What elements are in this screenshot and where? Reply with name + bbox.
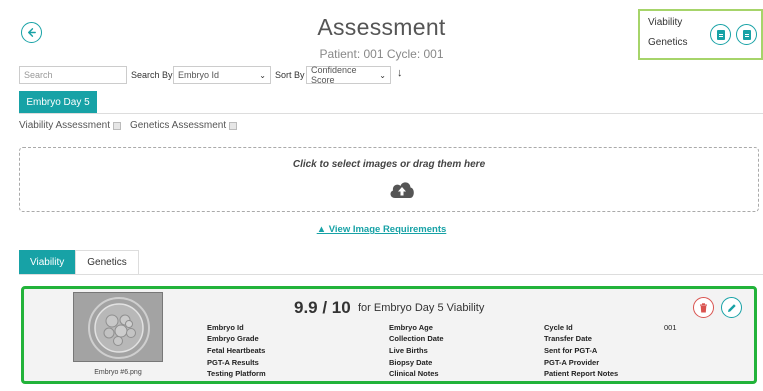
search-by-value: Embryo Id [178, 70, 220, 80]
search-by-select[interactable]: Embryo Id ⌄ [173, 66, 271, 84]
viability-assessment-label: Viability Assessment [19, 120, 110, 131]
tab-bar: Viability Genetics [19, 250, 139, 274]
sort-by-value: Confidence Score [311, 65, 357, 85]
sort-by-select[interactable]: Confidence Score ⌄ [306, 65, 391, 85]
field-patient-report-notes: Patient Report Notes [544, 369, 619, 378]
pencil-icon [727, 303, 736, 312]
chevron-down-icon: ⌄ [379, 70, 386, 80]
field-testing-platform: Testing Platform [207, 369, 266, 378]
embryo-thumbnail [74, 293, 162, 361]
field-transfer-date: Transfer Date [544, 334, 592, 343]
field-biopsy-date: Biopsy Date [389, 358, 433, 367]
sort-by-label: Sort By [275, 70, 305, 80]
report-icon [742, 29, 751, 40]
field-sent-for-pgta: Sent for PGT-A [544, 346, 598, 355]
tab-genetics[interactable]: Genetics [75, 250, 139, 274]
viability-report-button[interactable] [710, 24, 731, 45]
field-clinical-notes: Clinical Notes [389, 369, 439, 378]
tabs-divider [19, 274, 763, 275]
dropzone-text: Click to select images or drag them here [292, 159, 486, 170]
field-pgta-results: PGT-A Results [207, 358, 259, 367]
score-description: for Embryo Day 5 Viability [358, 302, 485, 314]
trash-icon [700, 302, 707, 312]
field-embryo-grade: Embryo Grade [207, 334, 259, 343]
embryo-day-5-button[interactable]: Embryo Day 5 [19, 91, 97, 113]
divider [19, 113, 763, 114]
viability-score: 9.9 / 10 [294, 298, 351, 317]
field-embryo-age: Embryo Age [389, 323, 433, 332]
chevron-down-icon: ⌄ [259, 70, 266, 80]
field-fetal-heartbeats: Fetal Heartbeats [207, 346, 266, 355]
viability-assessment-checkbox[interactable] [112, 121, 121, 130]
cloud-upload-icon [390, 182, 414, 198]
embryo-image[interactable] [73, 292, 163, 362]
view-image-requirements-link[interactable]: ▲ View Image Requirements [0, 224, 763, 235]
field-pgta-provider: PGT-A Provider [544, 358, 600, 367]
genetics-assessment-checkbox[interactable] [229, 121, 238, 130]
search-input[interactable] [19, 66, 127, 84]
report-panel: Viability Genetics [638, 9, 763, 60]
field-live-births: Live Births [389, 346, 428, 355]
search-by-label: Search By [131, 70, 173, 80]
embryo-result-card: Embryo #6.png 9.9 / 10 for Embryo Day 5 … [21, 286, 757, 384]
field-cycle-id: Cycle Id [544, 323, 573, 332]
genetics-assessment-label: Genetics Assessment [129, 120, 227, 131]
cycle-id-value: 001 [664, 323, 677, 332]
image-dropzone[interactable]: Click to select images or drag them here [19, 147, 759, 212]
embryo-image-label: Embryo #6.png [94, 369, 142, 376]
edit-button[interactable] [721, 297, 742, 318]
report-icon [716, 29, 725, 40]
sort-direction-arrow-down-icon[interactable]: ↓ [397, 67, 403, 79]
genetics-report-button[interactable] [736, 24, 757, 45]
field-collection-date: Collection Date [389, 334, 444, 343]
field-embryo-id: Embryo Id [207, 323, 244, 332]
viability-label: Viability [648, 17, 683, 28]
delete-button[interactable] [693, 297, 714, 318]
genetics-label: Genetics [648, 37, 688, 48]
tab-viability[interactable]: Viability [19, 250, 76, 274]
assessment-row: Viability Assessment Genetics Assessment [19, 120, 246, 131]
